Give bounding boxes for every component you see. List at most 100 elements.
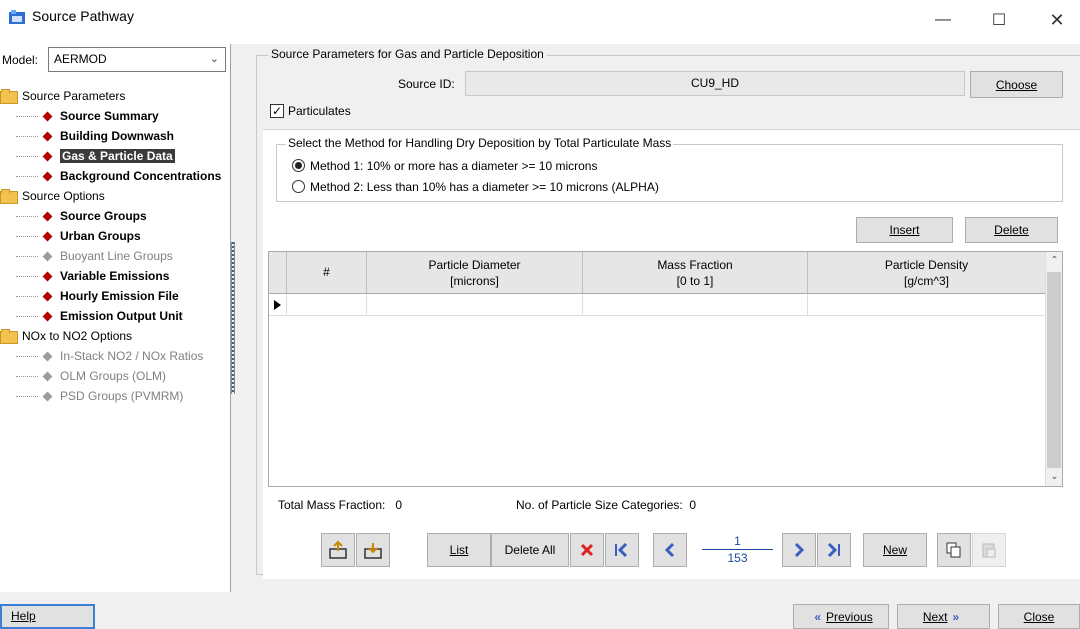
tree-connector — [16, 255, 38, 257]
copy-button[interactable] — [937, 533, 971, 567]
tree-item[interactable]: Gas & Particle Data — [0, 146, 175, 166]
tree-item[interactable]: Variable Emissions — [0, 266, 169, 286]
diamond-bullet-icon — [42, 231, 53, 241]
import-button[interactable] — [321, 533, 355, 567]
close-window-button[interactable]: ✕ — [1034, 0, 1080, 40]
tree-connector — [16, 155, 38, 157]
close-button[interactable]: Close — [998, 604, 1080, 629]
model-value: AERMOD — [54, 52, 107, 66]
cell-density[interactable] — [808, 294, 1046, 316]
tree-connector — [16, 115, 38, 117]
previous-record-button[interactable] — [653, 533, 687, 567]
delete-record-button[interactable] — [570, 533, 604, 567]
diamond-bullet-icon — [42, 311, 53, 321]
tree-item[interactable]: PSD Groups (PVMRM) — [0, 386, 183, 406]
tree-item[interactable]: Source Summary — [0, 106, 159, 126]
scroll-down-icon[interactable]: ⌄ — [1046, 468, 1063, 486]
tree-item[interactable]: Building Downwash — [0, 126, 174, 146]
help-button[interactable]: Help — [0, 604, 95, 629]
export-button[interactable] — [356, 533, 390, 567]
model-label: Model: — [2, 53, 39, 67]
cell-number[interactable] — [287, 294, 367, 316]
tree-item[interactable]: Urban Groups — [0, 226, 141, 246]
column-header-density[interactable]: Particle Density [g/cm^3] — [808, 252, 1046, 293]
tree-connector — [16, 175, 38, 177]
list-button[interactable]: List — [427, 533, 491, 567]
next-record-button[interactable] — [782, 533, 816, 567]
column-header-mass-fraction[interactable]: Mass Fraction [0 to 1] — [583, 252, 808, 293]
tree-item-label: Gas & Particle Data — [60, 149, 175, 163]
grid-header: # Particle Diameter [microns] Mass Fracti… — [269, 252, 1046, 294]
tree-item[interactable]: Source Groups — [0, 206, 147, 226]
title-bar — [0, 0, 1080, 44]
choose-button[interactable]: Choose — [970, 71, 1063, 98]
tree-group[interactable]: NOx to NO2 Options — [0, 326, 132, 346]
minimize-button[interactable]: — — [920, 0, 966, 40]
export-icon — [364, 543, 382, 559]
diamond-bullet-icon — [42, 351, 53, 361]
tree-group-label: Source Parameters — [22, 89, 126, 103]
tree-item[interactable]: Hourly Emission File — [0, 286, 179, 306]
previous-button[interactable]: «Previous — [793, 604, 889, 629]
tree-group[interactable]: Source Options — [0, 186, 105, 206]
tree-connector — [16, 355, 38, 357]
delete-all-button[interactable]: Delete All — [491, 533, 569, 567]
tree-group[interactable]: Source Parameters — [0, 86, 125, 106]
current-row-indicator — [269, 294, 287, 316]
tree-item-label: Emission Output Unit — [60, 309, 183, 323]
column-header-diameter[interactable]: Particle Diameter [microns] — [367, 252, 583, 293]
delete-x-icon — [580, 543, 594, 557]
chevron-left-icon: « — [814, 609, 821, 624]
tree-connector — [16, 315, 38, 317]
model-select[interactable]: AERMOD ⌄ — [48, 47, 226, 72]
categories-value: 0 — [689, 498, 697, 512]
scroll-thumb[interactable] — [1047, 272, 1061, 468]
tree-connector — [16, 135, 38, 137]
tree-item[interactable]: Background Concentrations — [0, 166, 221, 186]
tree-item-label: Building Downwash — [60, 129, 174, 143]
row-indicator-header — [269, 252, 287, 293]
tree-connector — [16, 215, 38, 217]
chevron-down-icon: ⌄ — [209, 53, 219, 65]
insert-button[interactable]: Insert — [856, 217, 953, 243]
panel-splitter[interactable] — [231, 242, 235, 394]
diamond-bullet-icon — [42, 291, 53, 301]
grid-scrollbar[interactable]: ⌃ ⌄ — [1045, 252, 1062, 486]
total-mass-value: 0 — [395, 498, 403, 512]
column-header-number[interactable]: # — [287, 252, 367, 293]
next-button[interactable]: Next» — [897, 604, 990, 629]
method1-label: Method 1: 10% or more has a diameter >= … — [310, 159, 598, 173]
group-title: Source Parameters for Gas and Particle D… — [268, 47, 547, 61]
import-icon — [329, 540, 347, 559]
tree-item-label: Source Groups — [60, 209, 147, 223]
cell-diameter[interactable] — [367, 294, 583, 316]
particulates-checkbox[interactable]: ✓ — [270, 104, 284, 118]
tree-item[interactable]: Emission Output Unit — [0, 306, 183, 326]
tree-item[interactable]: In-Stack NO2 / NOx Ratios — [0, 346, 203, 366]
particle-grid[interactable]: # Particle Diameter [microns] Mass Fracti… — [268, 251, 1063, 487]
tree-connector — [16, 275, 38, 277]
tree-item[interactable]: OLM Groups (OLM) — [0, 366, 166, 386]
maximize-button[interactable]: ☐ — [976, 0, 1022, 40]
tree-item[interactable]: Buoyant Line Groups — [0, 246, 173, 266]
new-record-button[interactable]: New — [863, 533, 927, 567]
maximize-icon: ☐ — [991, 12, 1007, 29]
scroll-up-icon[interactable]: ⌃ — [1046, 252, 1063, 270]
diamond-bullet-icon — [42, 111, 53, 121]
check-icon: ✓ — [271, 104, 283, 118]
folder-icon — [0, 189, 18, 204]
particulates-label: Particulates — [288, 104, 351, 118]
record-toolbar: List Delete All 1 153 New — [263, 521, 1080, 579]
insert-label: Insert — [889, 223, 920, 237]
first-record-button[interactable] — [605, 533, 639, 567]
diamond-bullet-icon — [42, 271, 53, 281]
method2-radio[interactable] — [292, 180, 305, 193]
tree-connector — [16, 375, 38, 377]
minimize-icon: — — [935, 11, 951, 28]
paste-button[interactable] — [972, 533, 1006, 567]
new-row[interactable] — [269, 294, 1046, 316]
cell-mass-fraction[interactable] — [583, 294, 808, 316]
method1-radio[interactable] — [292, 159, 305, 172]
last-record-button[interactable] — [817, 533, 851, 567]
delete-button[interactable]: Delete — [965, 217, 1058, 243]
